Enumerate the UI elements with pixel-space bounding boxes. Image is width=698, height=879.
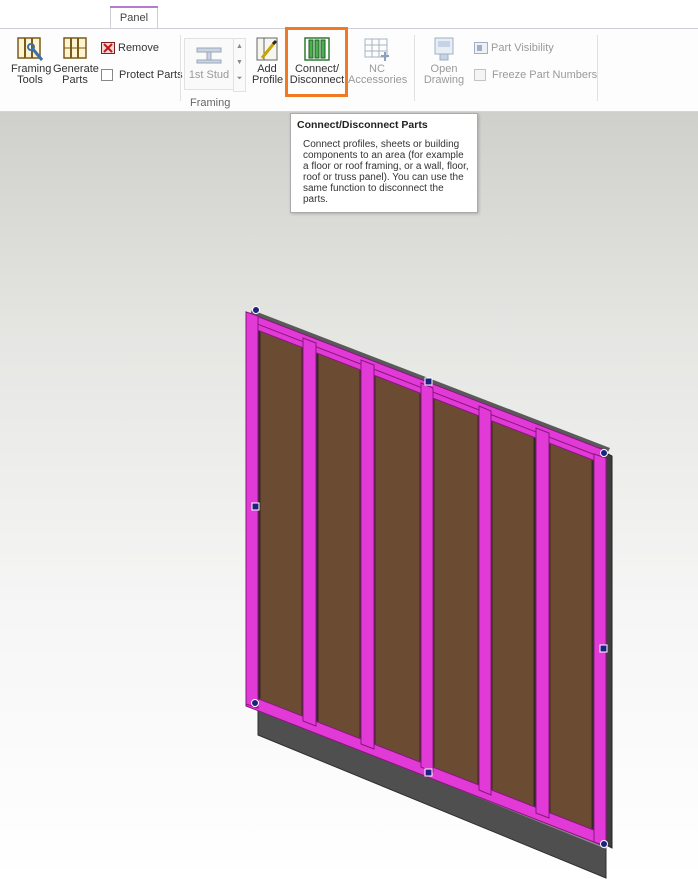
tooltip: Connect/Disconnect Parts Connect profile…	[290, 113, 478, 213]
ribbon: Framing Tools Generate Parts Remove Prot…	[0, 29, 698, 112]
open-drawing-label: Open Drawing	[423, 63, 465, 86]
freeze-part-numbers-checkbox[interactable]: Freeze Part Numbers	[474, 69, 597, 81]
part-visibility-button[interactable]: Part Visibility	[474, 42, 554, 54]
model-viewport[interactable]	[0, 112, 698, 879]
edge-handle	[424, 377, 433, 386]
tab-panel[interactable]: Panel	[110, 6, 158, 28]
first-stud-gallery[interactable]: 1st Stud	[184, 38, 234, 90]
open-drawing-icon	[434, 37, 454, 61]
generate-parts-icon	[63, 37, 87, 59]
corner-handle	[600, 449, 608, 457]
add-profile-button[interactable]: Add Profile	[247, 36, 287, 86]
gallery-up-icon[interactable]: ▲	[234, 39, 245, 55]
tooltip-title: Connect/Disconnect Parts	[297, 119, 428, 131]
part-visibility-label: Part Visibility	[491, 41, 554, 54]
protect-parts-check[interactable]	[101, 69, 113, 81]
connect-disconnect-highlight	[285, 27, 348, 97]
freeze-part-numbers-label: Freeze Part Numbers	[492, 68, 598, 81]
generate-parts-button[interactable]: Generate Parts	[53, 36, 99, 86]
remove-icon	[101, 42, 115, 54]
first-stud-label: 1st Stud	[188, 69, 230, 81]
add-profile-icon	[256, 37, 278, 61]
stud-icon	[196, 47, 222, 64]
nc-accessories-icon	[364, 38, 389, 61]
edge-handle	[599, 644, 608, 653]
separator	[414, 35, 415, 101]
protect-parts-label: Protect Parts	[119, 68, 183, 81]
remove-button[interactable]: Remove	[101, 42, 159, 54]
corner-handle	[251, 699, 259, 707]
edge-handle	[424, 768, 433, 777]
edge-handle	[251, 502, 260, 511]
freeze-part-numbers-check[interactable]	[474, 69, 486, 81]
framing-tools-icon	[17, 37, 44, 61]
corner-handle	[600, 840, 608, 848]
nc-accessories-label: NC Accessories	[348, 63, 408, 86]
framing-tools-label: Framing Tools	[11, 63, 52, 86]
separator	[597, 35, 598, 101]
separator	[180, 35, 181, 101]
wall-panel-model[interactable]	[0, 112, 698, 879]
gallery-more-icon[interactable]: ⏷	[234, 71, 245, 87]
protect-parts-checkbox[interactable]: Protect Parts	[101, 69, 183, 81]
group-label-framing: Framing	[190, 97, 231, 109]
part-visibility-icon	[474, 42, 488, 54]
ribbon-tabstrip: Panel	[0, 0, 698, 29]
generate-parts-label: Generate Parts	[53, 63, 99, 86]
corner-handle	[252, 306, 260, 314]
add-profile-label: Add Profile	[252, 63, 284, 86]
gallery-down-icon[interactable]: ▼	[234, 55, 245, 71]
tooltip-body: Connect profiles, sheets or building com…	[303, 139, 469, 205]
nc-accessories-button[interactable]: NC Accessories	[346, 36, 408, 86]
gallery-scroll[interactable]: ▲ ▼ ⏷	[233, 38, 246, 92]
remove-label: Remove	[118, 41, 159, 54]
open-drawing-button[interactable]: Open Drawing	[418, 36, 470, 86]
framing-tools-button[interactable]: Framing Tools	[8, 36, 52, 86]
